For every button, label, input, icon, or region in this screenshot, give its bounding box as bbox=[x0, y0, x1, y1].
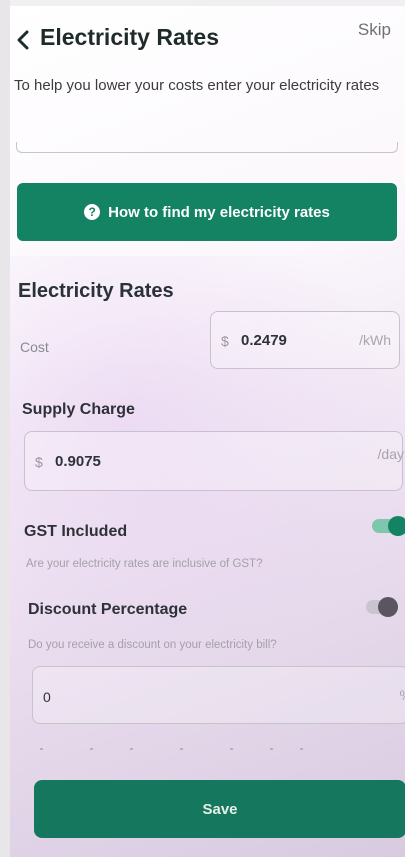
rates-section-title: Electricity Rates bbox=[18, 280, 174, 302]
gst-toggle-knob bbox=[388, 516, 405, 536]
intro-divider bbox=[16, 142, 398, 153]
supply-unit: /day bbox=[377, 446, 404, 462]
skip-button[interactable]: Skip bbox=[358, 20, 391, 40]
page-title: Electricity Rates bbox=[40, 24, 219, 50]
discount-unit: % bbox=[400, 687, 405, 703]
supply-value: 0.9075 bbox=[55, 453, 101, 470]
cost-value: 0.2479 bbox=[241, 332, 287, 349]
intro-text: To help you lower your costs enter your … bbox=[14, 77, 380, 94]
discount-description: Do you receive a discount on your electr… bbox=[28, 639, 277, 651]
cost-input[interactable]: $ 0.2479 /kWh bbox=[210, 311, 400, 369]
app-screen: Electricity Rates Skip To help you lower… bbox=[10, 6, 405, 857]
frame-edge-left bbox=[0, 0, 10, 857]
discount-input[interactable]: 0 % bbox=[32, 666, 405, 724]
discount-toggle[interactable] bbox=[366, 597, 398, 617]
save-button[interactable]: Save bbox=[34, 780, 405, 838]
header: Electricity Rates Skip bbox=[10, 20, 405, 60]
faint-divider bbox=[30, 744, 390, 754]
discount-value: 0 bbox=[43, 689, 51, 705]
help-button-label: How to find my electricity rates bbox=[108, 203, 330, 221]
supply-currency: $ bbox=[35, 454, 43, 470]
help-button[interactable]: ? How to find my electricity rates bbox=[17, 183, 397, 241]
gst-toggle[interactable] bbox=[372, 516, 405, 536]
cost-currency: $ bbox=[221, 333, 229, 349]
chevron-left-icon[interactable] bbox=[16, 30, 30, 50]
question-circle-icon: ? bbox=[84, 204, 101, 220]
supply-charge-label: Supply Charge bbox=[22, 401, 135, 418]
cost-unit: /kWh bbox=[359, 332, 391, 348]
discount-label: Discount Percentage bbox=[28, 601, 188, 618]
cost-label: Cost bbox=[20, 339, 49, 355]
gst-description: Are your electricity rates are inclusive… bbox=[26, 558, 263, 570]
device-frame: Electricity Rates Skip To help you lower… bbox=[0, 0, 405, 857]
supply-charge-input[interactable]: $ 0.9075 /day bbox=[24, 431, 404, 491]
gst-label: GST Included bbox=[24, 523, 128, 540]
discount-toggle-knob bbox=[378, 597, 398, 617]
